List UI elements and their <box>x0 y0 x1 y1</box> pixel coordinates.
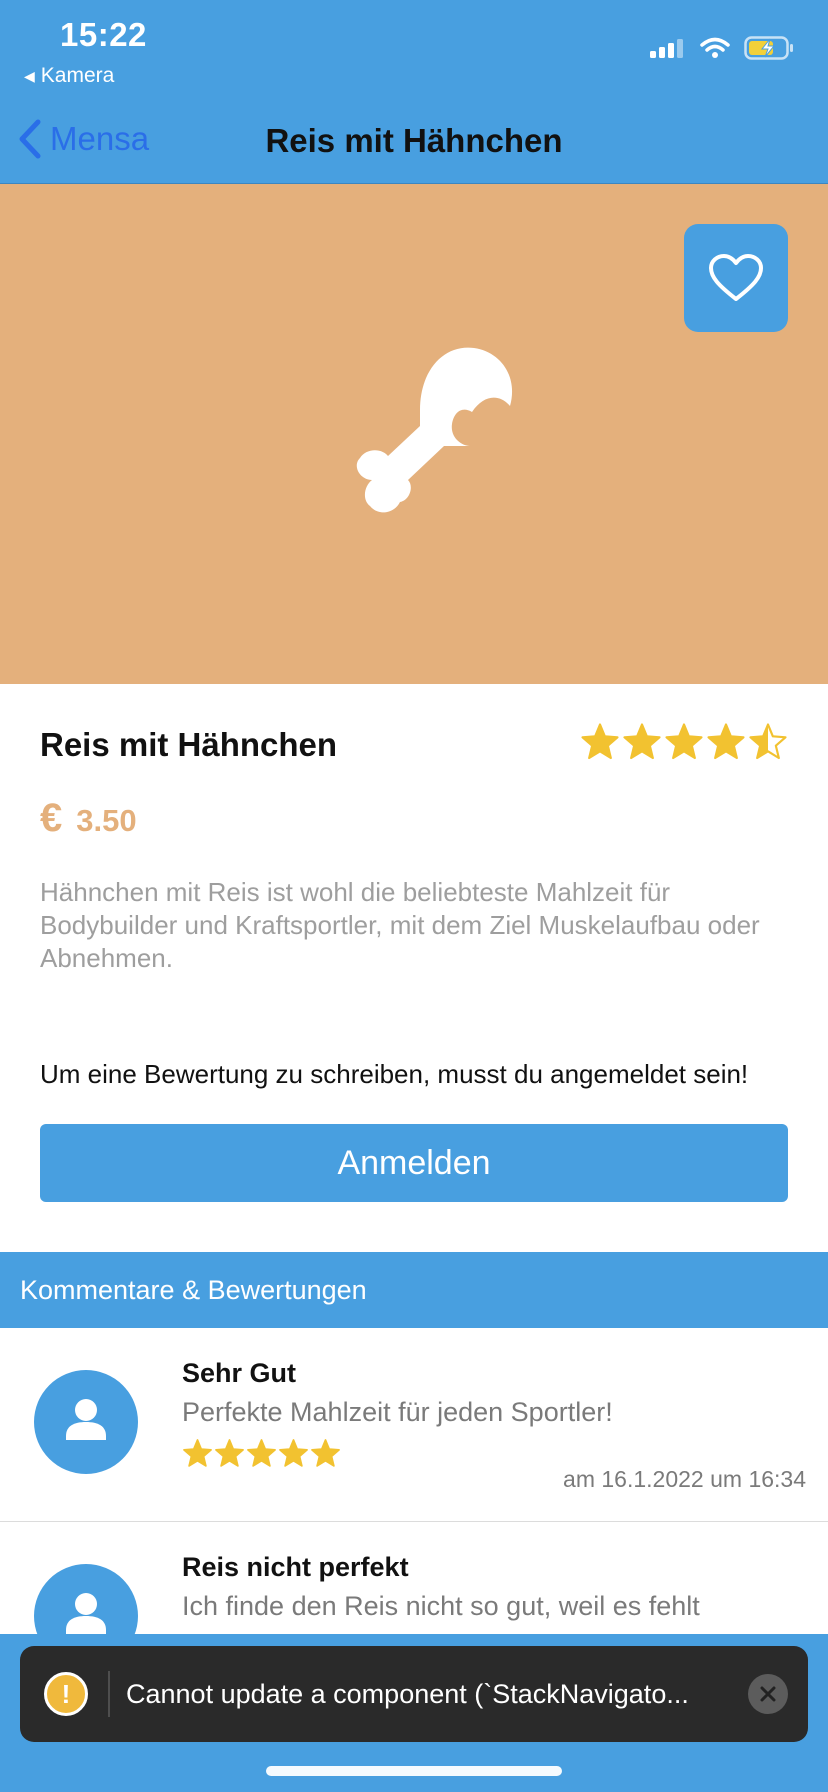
star-icon <box>623 723 661 760</box>
close-icon <box>760 1686 776 1702</box>
login-button[interactable]: Anmelden <box>40 1124 788 1202</box>
status-time: 15:22 <box>60 16 147 53</box>
battery-charging-icon <box>744 36 793 60</box>
home-indicator <box>266 1766 562 1776</box>
user-icon <box>66 1399 106 1440</box>
dish-rating-stars <box>580 722 788 762</box>
toast-divider <box>108 1671 110 1717</box>
heart-outline-icon <box>709 254 763 301</box>
currency-symbol: € <box>40 796 63 840</box>
comment-text: Perfekte Mahlzeit für jeden Sportler! <box>182 1397 613 1427</box>
error-toast[interactable]: ! Cannot update a component (`StackNavig… <box>20 1646 808 1742</box>
star-icon <box>215 1439 244 1467</box>
comments-section-header: Kommentare & Bewertungen <box>0 1252 828 1328</box>
star-icon <box>749 723 787 760</box>
toast-message: Cannot update a component (`StackNavigat… <box>126 1678 689 1709</box>
toast-close-button[interactable] <box>748 1674 788 1714</box>
back-triangle-icon: ◀ <box>24 67 35 84</box>
price: € 3.50 <box>40 796 137 841</box>
star-icon <box>665 723 703 760</box>
warning-icon: ! <box>44 1672 88 1716</box>
cellular-signal-icon <box>650 39 683 58</box>
login-hint: Um eine Bewertung zu schreiben, musst du… <box>40 1059 749 1089</box>
comment-item: Sehr Gut Perfekte Mahlzeit für jeden Spo… <box>0 1328 828 1522</box>
comment-text: Ich finde den Reis nicht so gut, weil es… <box>182 1591 700 1621</box>
star-icon <box>581 723 619 760</box>
price-value: 3.50 <box>76 803 137 838</box>
comment-date: am 16.1.2022 um 16:34 <box>563 1466 806 1492</box>
dish-image <box>0 184 828 684</box>
star-icon <box>183 1439 212 1467</box>
star-icon <box>247 1439 276 1467</box>
star-icon <box>311 1439 340 1467</box>
avatar <box>34 1370 138 1474</box>
wifi-icon <box>700 37 730 58</box>
back-app-label: Kamera <box>40 64 115 87</box>
dish-name: Reis mit Hähnchen <box>40 726 338 763</box>
back-to-app-link[interactable]: ◀ Kamera <box>24 64 114 88</box>
page-title: Reis mit Hähnchen <box>265 122 563 159</box>
drumstick-icon <box>356 347 513 513</box>
dish-description: Hähnchen mit Reis ist wohl die beliebtes… <box>40 877 760 973</box>
comment-title: Reis nicht perfekt <box>182 1552 409 1582</box>
comment-rating-stars <box>182 1438 341 1469</box>
comment-title: Sehr Gut <box>182 1358 297 1388</box>
system-icons <box>650 36 794 60</box>
status-bar: 15:22 ◀ Kamera <box>0 0 828 100</box>
star-icon <box>279 1439 308 1467</box>
favorite-button[interactable] <box>684 224 788 332</box>
star-icon <box>707 723 745 760</box>
navigation-bar: Mensa Reis mit Hähnchen <box>0 100 828 184</box>
